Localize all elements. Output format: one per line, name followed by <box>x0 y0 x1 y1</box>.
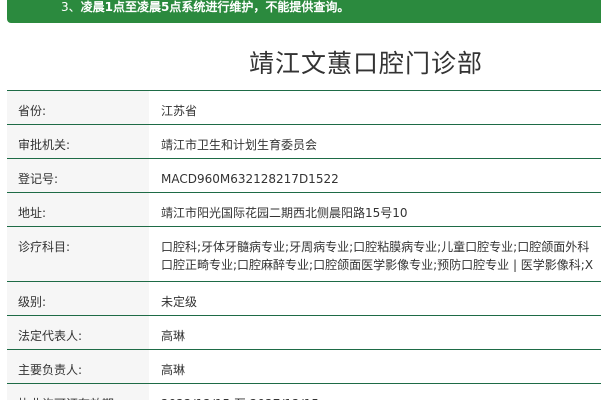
info-label: 地址: <box>7 192 149 227</box>
maintenance-notice: 3、凌晨1点至凌晨5点系统进行维护，不能提供查询。 <box>7 0 601 23</box>
info-row-level: 级别: 未定级 <box>7 281 601 316</box>
info-value: 高琳 <box>149 349 601 384</box>
info-row-address: 地址: 靖江市阳光国际花园二期西北侧晨阳路15号10 <box>7 192 601 227</box>
page-title: 靖江文蕙口腔门诊部 <box>248 49 483 78</box>
info-value: 江苏省 <box>149 90 601 125</box>
page: 3、凌晨1点至凌晨5点系统进行维护，不能提供查询。 靖江文蕙口腔门诊部 省份: … <box>0 0 601 400</box>
info-label: 法定代表人: <box>7 315 149 350</box>
info-value: 2022/12/15 至 2027/12/15 <box>149 383 601 400</box>
info-value-multiline: 口腔科;牙体牙髓病专业;牙周病专业;口腔粘膜病专业;儿童口腔专业;口腔颌面外科 … <box>149 226 601 282</box>
treatment-subjects-line-1: 口腔科;牙体牙髓病专业;牙周病专业;口腔粘膜病专业;儿童口腔专业;口腔颌面外科 <box>161 240 590 254</box>
info-value: 未定级 <box>149 281 601 316</box>
notice-number: 3、 <box>61 0 81 14</box>
info-row-legal-representative: 法定代表人: 高琳 <box>7 315 601 350</box>
info-row-treatment-subjects: 诊疗科目: 口腔科;牙体牙髓病专业;牙周病专业;口腔粘膜病专业;儿童口腔专业;口… <box>7 226 601 282</box>
notice-text: 凌晨1点至凌晨5点系统进行维护，不能提供查询。 <box>80 0 350 14</box>
info-value: MACD960M632128217D1522 <box>149 158 601 193</box>
info-value: 高琳 <box>149 315 601 350</box>
info-row-registration-number: 登记号: MACD960M632128217D1522 <box>7 158 601 193</box>
info-label: 省份: <box>7 90 149 125</box>
info-label: 诊疗科目: <box>7 226 149 282</box>
info-label: 主要负责人: <box>7 349 149 384</box>
info-label: 审批机关: <box>7 124 149 159</box>
info-row-license-validity: 执业许可证有效期: 2022/12/15 至 2027/12/15 <box>7 383 601 400</box>
info-row-approval-authority: 审批机关: 靖江市卫生和计划生育委员会 <box>7 124 601 159</box>
info-label: 登记号: <box>7 158 149 193</box>
clinic-info-table: 省份: 江苏省 审批机关: 靖江市卫生和计划生育委员会 登记号: MACD960… <box>7 90 601 400</box>
info-label: 执业许可证有效期: <box>7 383 149 400</box>
info-value: 靖江市卫生和计划生育委员会 <box>149 124 601 159</box>
info-row-province: 省份: 江苏省 <box>7 90 601 125</box>
info-value: 靖江市阳光国际花园二期西北侧晨阳路15号10 <box>149 192 601 227</box>
treatment-subjects-line-2: 口腔正畸专业;口腔麻醉专业;口腔颌面医学影像专业;预防口腔专业 | 医学影像科;… <box>161 258 594 272</box>
info-label: 级别: <box>7 281 149 316</box>
info-row-principal-person: 主要负责人: 高琳 <box>7 349 601 384</box>
